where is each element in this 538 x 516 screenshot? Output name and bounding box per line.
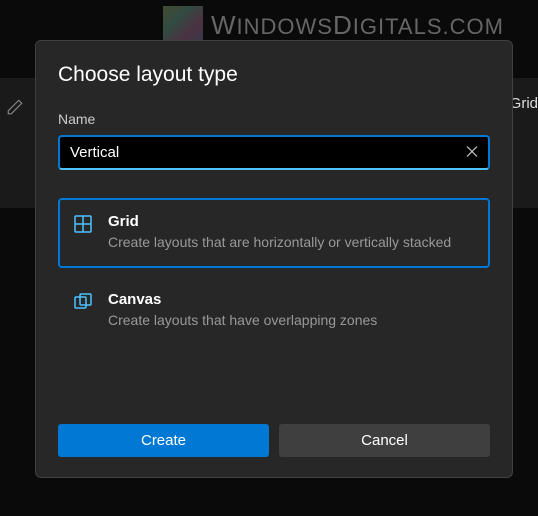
cancel-button[interactable]: Cancel xyxy=(279,424,490,457)
name-input-wrap xyxy=(58,135,490,170)
layout-option-canvas[interactable]: Canvas Create layouts that have overlapp… xyxy=(58,276,490,346)
grid-icon xyxy=(74,215,92,233)
name-input[interactable] xyxy=(58,135,490,170)
option-description: Create layouts that are horizontally or … xyxy=(108,234,474,250)
option-title: Canvas xyxy=(108,291,474,308)
canvas-icon xyxy=(74,293,92,311)
dialog-title: Choose layout type xyxy=(58,63,490,87)
close-icon xyxy=(466,145,478,160)
bg-grid-label: Grid xyxy=(510,95,538,112)
option-description: Create layouts that have overlapping zon… xyxy=(108,312,474,328)
edit-icon xyxy=(6,98,24,121)
create-button[interactable]: Create xyxy=(58,424,269,457)
watermark-text: WINDOWSDIGITALS.COM xyxy=(211,10,504,41)
option-title: Grid xyxy=(108,213,474,230)
dialog-buttons: Create Cancel xyxy=(58,424,490,457)
clear-input-button[interactable] xyxy=(462,141,482,164)
layout-dialog: Choose layout type Name Grid Create layo… xyxy=(35,40,513,478)
name-label: Name xyxy=(58,111,490,127)
layout-option-grid[interactable]: Grid Create layouts that are horizontall… xyxy=(58,198,490,268)
